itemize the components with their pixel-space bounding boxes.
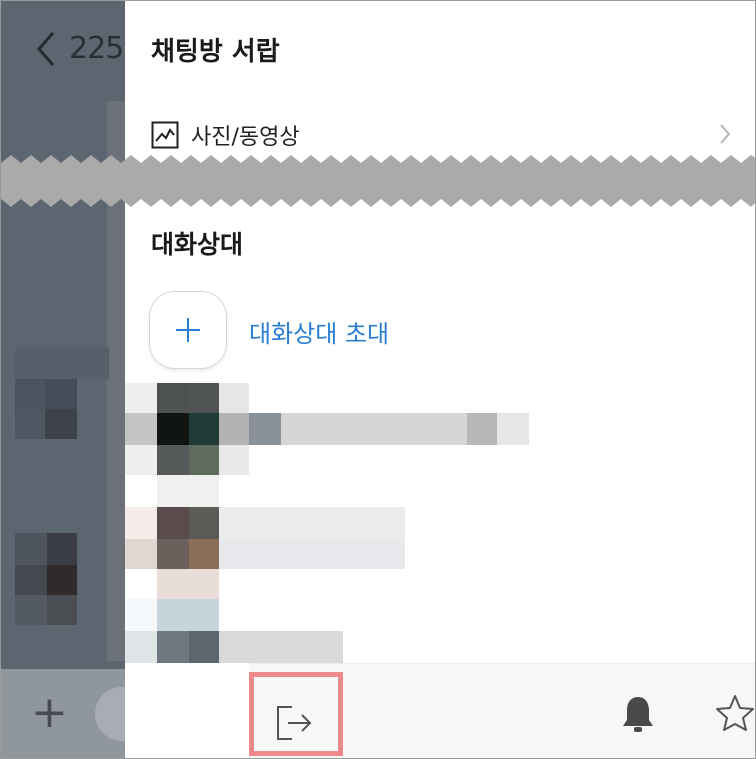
blurred-content xyxy=(157,413,189,445)
blurred-content xyxy=(47,595,77,625)
blurred-content xyxy=(15,379,45,409)
blurred-content xyxy=(219,445,249,475)
blurred-content xyxy=(189,445,219,475)
media-row[interactable]: 사진/동영상 xyxy=(151,117,731,153)
blurred-content xyxy=(189,383,219,413)
blurred-content xyxy=(125,445,157,475)
screenshot-cut-divider xyxy=(1,155,755,207)
blurred-content xyxy=(125,599,157,631)
blurred-content xyxy=(47,565,77,595)
blurred-content xyxy=(45,409,77,439)
back-arrow-icon[interactable] xyxy=(35,31,57,67)
plus-icon[interactable]: + xyxy=(31,691,68,735)
blurred-content xyxy=(157,569,219,599)
drawer-bottom-bar xyxy=(249,663,755,758)
blurred-content xyxy=(125,507,157,539)
blurred-content xyxy=(125,539,157,569)
star-icon[interactable] xyxy=(715,694,755,732)
blurred-content xyxy=(15,595,47,625)
blurred-content xyxy=(15,565,47,595)
blurred-content xyxy=(189,413,219,445)
blurred-content xyxy=(157,599,219,631)
blurred-content xyxy=(467,413,497,445)
blurred-content xyxy=(219,383,249,413)
blurred-content xyxy=(157,631,189,663)
invite-label[interactable]: 대화상대 초대 xyxy=(249,314,389,349)
blurred-content xyxy=(157,507,189,539)
photo-icon xyxy=(151,121,179,149)
blurred-content xyxy=(219,631,343,663)
blurred-content xyxy=(189,631,219,663)
blurred-content xyxy=(157,383,189,413)
invite-button[interactable] xyxy=(149,291,227,369)
blurred-content xyxy=(125,413,157,445)
leave-chat-button[interactable] xyxy=(249,672,343,756)
blurred-content xyxy=(157,445,189,475)
blurred-content xyxy=(219,413,249,445)
plus-icon xyxy=(176,318,200,342)
blurred-content xyxy=(15,347,109,379)
blurred-content xyxy=(219,507,405,539)
screen: 225 + 채팅방 서랍 사진/동영상 대화상대 대화상대 초대 xyxy=(0,0,756,759)
blurred-content xyxy=(15,409,45,439)
exit-icon xyxy=(277,706,312,740)
blurred-content xyxy=(45,379,77,409)
drawer-title: 채팅방 서랍 xyxy=(151,37,280,67)
media-row-label: 사진/동영상 xyxy=(191,125,300,150)
blurred-content xyxy=(125,631,157,663)
participants-heading: 대화상대 xyxy=(151,230,244,259)
bell-icon[interactable] xyxy=(621,694,655,734)
chevron-right-icon xyxy=(720,124,731,144)
chat-member-count: 225 xyxy=(69,31,124,66)
background-chat-room: 225 + xyxy=(1,1,125,758)
blurred-content xyxy=(497,413,529,445)
blurred-content xyxy=(157,475,219,507)
blurred-content xyxy=(157,539,189,569)
blurred-content xyxy=(125,383,157,413)
blurred-content xyxy=(47,533,77,565)
chat-drawer: 채팅방 서랍 사진/동영상 대화상대 대화상대 초대 xyxy=(125,1,755,758)
blurred-content xyxy=(219,539,405,569)
blurred-content xyxy=(189,507,219,539)
blurred-content xyxy=(15,533,47,565)
blurred-content xyxy=(249,413,281,445)
blurred-content xyxy=(189,539,219,569)
